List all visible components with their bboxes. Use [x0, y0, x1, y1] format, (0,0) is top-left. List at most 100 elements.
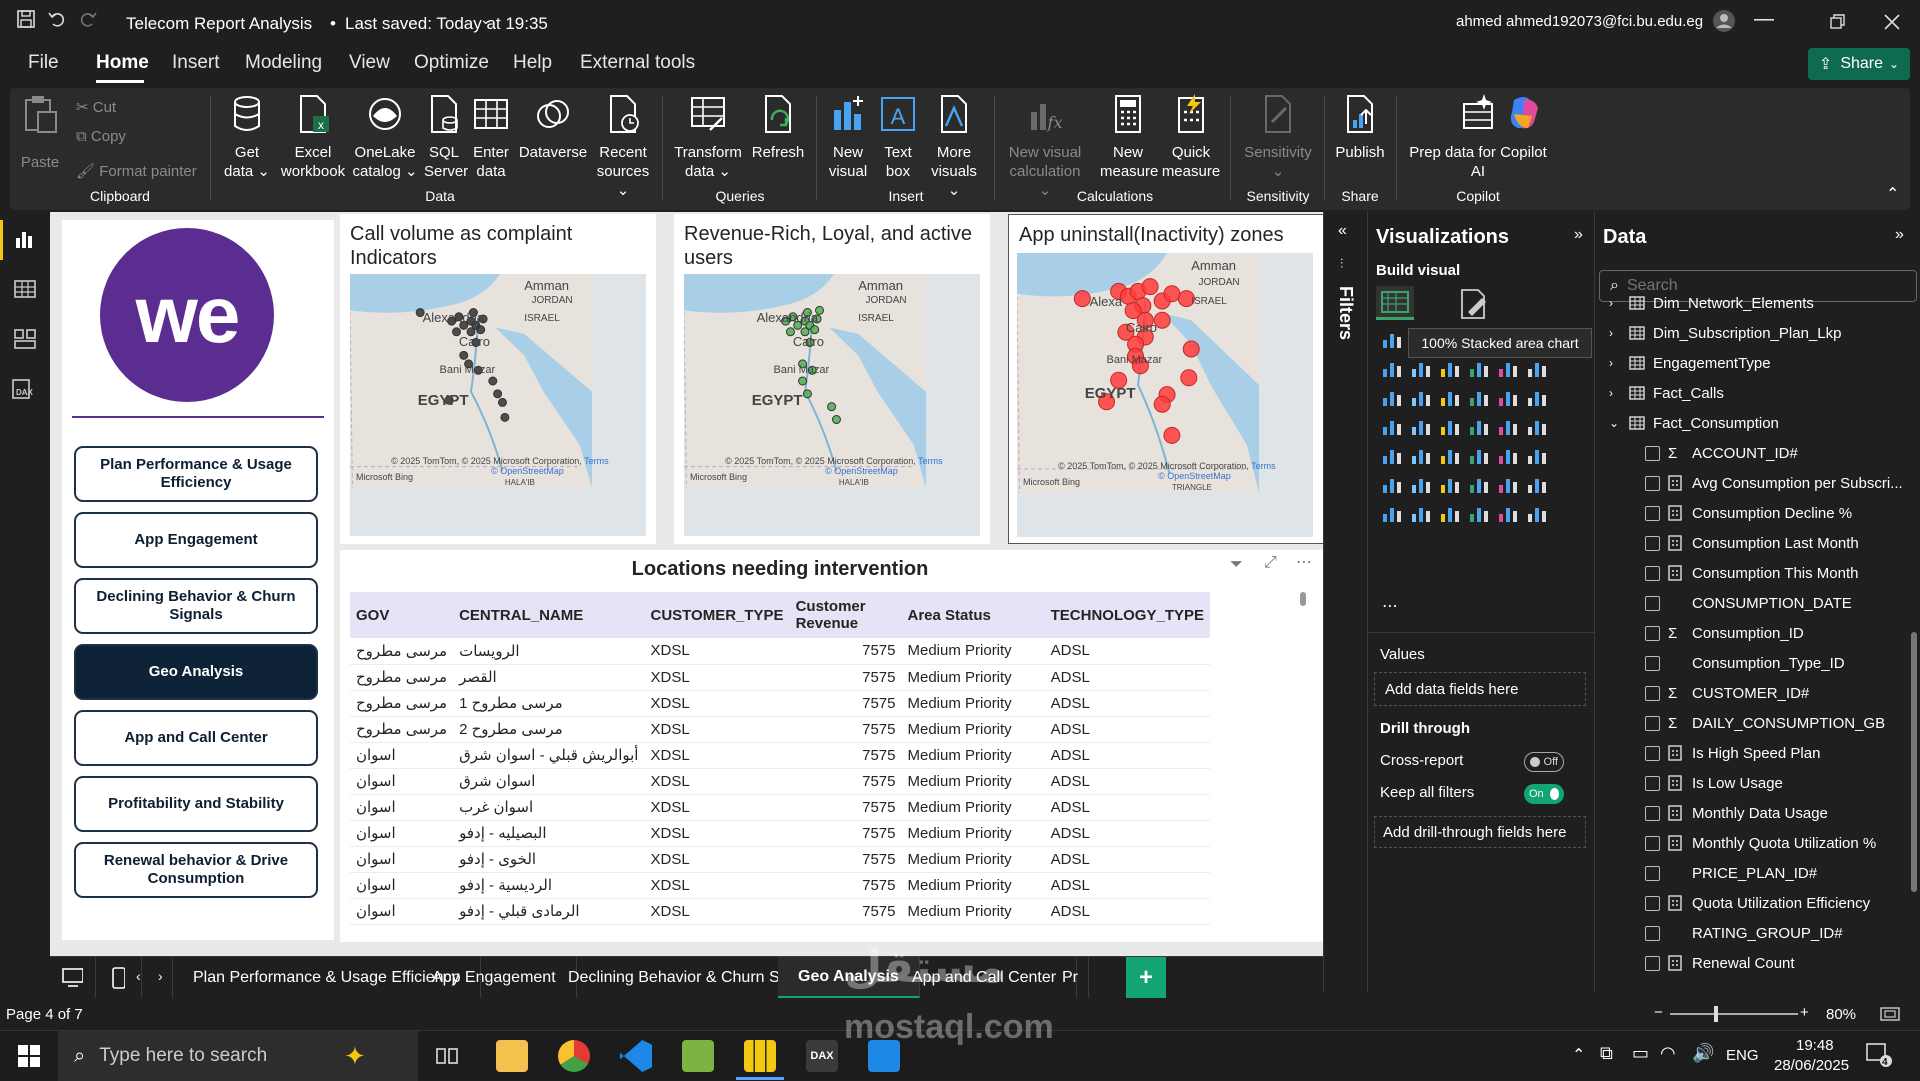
- area-chart-icon[interactable]: [1409, 357, 1435, 381]
- table-row[interactable]: مرسى مطروح الرويسات XDSL 7575 Medium Priorit…: [350, 638, 1210, 665]
- filter-icon[interactable]: ⏷: [1230, 556, 1243, 574]
- nav-geo-analysis[interactable]: Geo Analysis: [74, 644, 318, 700]
- field-checkbox[interactable]: [1645, 805, 1660, 821]
- excel-workbook-button[interactable]: x Excel workbook: [280, 94, 346, 181]
- power-automate-icon[interactable]: [1438, 502, 1464, 526]
- paste-button[interactable]: Paste: [18, 94, 62, 172]
- format-visual-icon[interactable]: [1458, 288, 1490, 320]
- notifications-icon[interactable]: [1866, 1043, 1892, 1067]
- nav-app-call-center[interactable]: App and Call Center: [74, 710, 318, 766]
- redo-icon[interactable]: [78, 9, 98, 29]
- azure-map-icon[interactable]: [1467, 415, 1493, 439]
- focus-mode-icon[interactable]: ⤢: [1264, 554, 1277, 572]
- r-visual-icon[interactable]: [1525, 444, 1551, 468]
- add-page-button[interactable]: +: [1126, 957, 1166, 999]
- multi-row-card-icon[interactable]: [1380, 444, 1406, 468]
- report-view-icon[interactable]: [14, 228, 36, 250]
- map-terms-link[interactable]: Terms: [918, 456, 943, 466]
- format-painter-button[interactable]: 🖌 Format painter: [76, 162, 197, 181]
- text-box-button[interactable]: A Text box: [876, 94, 920, 181]
- field-item[interactable]: Monthly Quota Utilization %: [1645, 828, 1876, 858]
- table-row[interactable]: اسوان اسوان شرق XDSL 7575 Medium Priority ADS…: [350, 768, 1210, 795]
- tableau-prep-icon[interactable]: [682, 1040, 714, 1072]
- decomposition-tree-icon[interactable]: [1438, 473, 1464, 497]
- map-terms-link[interactable]: Terms: [584, 456, 609, 466]
- field-item[interactable]: Consumption Last Month: [1645, 528, 1859, 558]
- collapse-data-icon[interactable]: »: [1895, 226, 1904, 244]
- filters-pane-collapsed[interactable]: « ⫶ Filters: [1323, 212, 1367, 992]
- card-icon[interactable]: [1525, 415, 1551, 439]
- more-visuals-icon[interactable]: ⋯: [1382, 596, 1398, 616]
- cross-report-toggle[interactable]: Off: [1524, 752, 1564, 772]
- data-table-node[interactable]: › Dim_Subscription_Plan_Lkp: [1609, 318, 1841, 348]
- field-item[interactable]: Renewal Count: [1645, 948, 1795, 978]
- map-visual[interactable]: Amman JORDAN ISRAEL Alexa Cairo Bani Mazar EGY…: [1017, 253, 1313, 537]
- col-central-name[interactable]: CENTRAL_NAME: [453, 592, 645, 638]
- task-view-icon[interactable]: [436, 1045, 460, 1067]
- field-checkbox[interactable]: [1645, 715, 1660, 731]
- dax-query-view-icon[interactable]: DAX: [12, 378, 38, 400]
- line-clustered-column-icon[interactable]: [1525, 357, 1551, 381]
- data-table-node[interactable]: › EngagementType: [1609, 348, 1771, 378]
- scatter-chart-icon[interactable]: [1467, 386, 1493, 410]
- nav-renewal-behavior[interactable]: Renewal behavior & Drive Consumption: [74, 842, 318, 898]
- funnel-chart-icon[interactable]: [1438, 386, 1464, 410]
- key-influencers-icon[interactable]: [1409, 473, 1435, 497]
- power-bi-icon[interactable]: [744, 1040, 776, 1072]
- undo-icon[interactable]: [47, 9, 67, 29]
- arcgis-icon[interactable]: [1467, 502, 1493, 526]
- chevron-right-icon[interactable]: ›: [1609, 296, 1625, 310]
- zoom-in-icon[interactable]: +: [1800, 1004, 1809, 1021]
- map-osm-link[interactable]: © OpenStreetMap: [491, 466, 564, 476]
- map-osm-link[interactable]: © OpenStreetMap: [825, 466, 898, 476]
- filled-map-icon[interactable]: [1438, 415, 1464, 439]
- field-checkbox[interactable]: [1645, 775, 1660, 791]
- waterfall-chart-icon[interactable]: [1409, 386, 1435, 410]
- slicer-icon[interactable]: [1438, 444, 1464, 468]
- field-item[interactable]: RATING_GROUP_ID#: [1645, 918, 1843, 948]
- field-item[interactable]: Avg Consumption per Subscri...: [1645, 468, 1903, 498]
- table-row[interactable]: اسوان الرديسية - إدفو XDSL 7575 Medium Prior…: [350, 872, 1210, 899]
- more-visuals-button[interactable]: More visuals ⌄: [924, 94, 984, 200]
- gauge-icon[interactable]: [1496, 415, 1522, 439]
- transform-data-button[interactable]: Transform data ⌄: [670, 94, 746, 181]
- language-indicator[interactable]: ENG: [1726, 1047, 1759, 1064]
- field-checkbox[interactable]: [1645, 475, 1660, 491]
- more-options-icon[interactable]: ⋯: [1296, 552, 1312, 572]
- line-chart-icon[interactable]: [1380, 357, 1406, 381]
- field-checkbox[interactable]: [1645, 685, 1660, 701]
- col-gov[interactable]: GOV: [350, 592, 454, 638]
- vscode-icon[interactable]: [620, 1040, 652, 1072]
- menu-view[interactable]: View: [349, 52, 390, 74]
- chevron-down-icon[interactable]: ⌄: [480, 11, 492, 28]
- keep-filters-toggle[interactable]: On: [1524, 784, 1564, 804]
- chevron-right-icon[interactable]: ›: [1609, 326, 1625, 340]
- table-row[interactable]: اسوان اسوان غرب XDSL 7575 Medium Priority ADS…: [350, 794, 1210, 821]
- wifi-icon[interactable]: ◠: [1660, 1043, 1676, 1064]
- chevron-right-icon[interactable]: ›: [1609, 356, 1625, 370]
- save-icon[interactable]: [16, 9, 36, 29]
- map-card-revenue-rich[interactable]: Revenue-Rich, Loyal, and active users Am…: [674, 214, 990, 544]
- data-table-node[interactable]: › Fact_Calls: [1609, 378, 1724, 408]
- matrix-icon[interactable]: [1496, 444, 1522, 468]
- nav-app-engagement[interactable]: App Engagement: [74, 512, 318, 568]
- stacked-area-chart-icon[interactable]: [1438, 357, 1464, 381]
- quick-measure-button[interactable]: Quick measure: [1160, 94, 1222, 181]
- nav-plan-performance[interactable]: Plan Performance & Usage Efficiency: [74, 446, 318, 502]
- copy-button[interactable]: ⧉ Copy: [76, 127, 126, 146]
- qa-icon[interactable]: [1467, 473, 1493, 497]
- add-drill-through-well[interactable]: Add drill-through fields here: [1374, 816, 1586, 848]
- taskbar-search-box[interactable]: ⌕ Type here to search ✦: [58, 1031, 418, 1081]
- field-checkbox[interactable]: [1645, 835, 1660, 851]
- map-osm-link[interactable]: © OpenStreetMap: [1158, 471, 1231, 481]
- collapse-ribbon-icon[interactable]: ⌃: [1886, 184, 1899, 204]
- publish-button[interactable]: Publish: [1330, 94, 1390, 162]
- trophy-icon[interactable]: [1525, 473, 1551, 497]
- menu-optimize[interactable]: Optimize: [414, 52, 489, 74]
- table-row[interactable]: مرسى مطروح مرسى مطروح 2 XDSL 7575 Medium Pri…: [350, 716, 1210, 743]
- close-icon[interactable]: [1884, 14, 1900, 30]
- refresh-button[interactable]: Refresh: [748, 94, 808, 162]
- power-apps-icon[interactable]: [1409, 502, 1435, 526]
- zoom-out-icon[interactable]: −: [1654, 1004, 1663, 1021]
- field-checkbox[interactable]: [1645, 925, 1660, 941]
